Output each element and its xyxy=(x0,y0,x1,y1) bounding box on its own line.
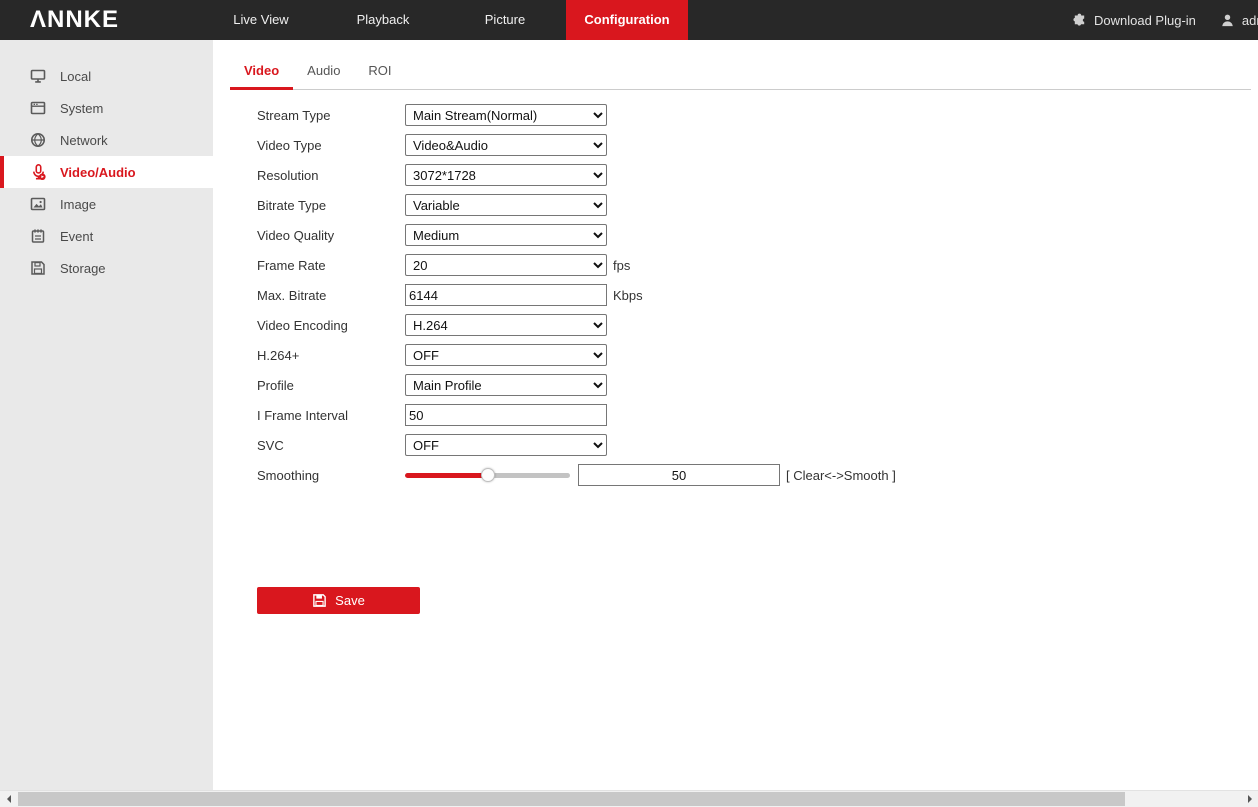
stream-type-select[interactable]: Main Stream(Normal) xyxy=(405,104,607,126)
download-plugin-label: Download Plug-in xyxy=(1094,13,1196,28)
form-row-h-264: H.264+OFF xyxy=(257,340,1258,370)
content-panel: VideoAudioROI Stream TypeMain Stream(Nor… xyxy=(213,40,1258,790)
field-label-profile: Profile xyxy=(257,378,405,393)
nav-item-playback[interactable]: Playback xyxy=(322,0,444,40)
smoothing-hint: [ Clear<->Smooth ] xyxy=(786,468,896,483)
sidebar-item-label: Image xyxy=(60,197,96,212)
profile-select[interactable]: Main Profile xyxy=(405,374,607,396)
sidebar-item-storage[interactable]: Storage xyxy=(0,252,213,284)
sidebar: Local System Network Video/Audio Image Event S… xyxy=(0,40,213,790)
sidebar-item-network[interactable]: Network xyxy=(0,124,213,156)
field-label-resolution: Resolution xyxy=(257,168,405,183)
field-label-stream-type: Stream Type xyxy=(257,108,405,123)
form-row-bitrate-type: Bitrate TypeVariable xyxy=(257,190,1258,220)
sidebar-item-event[interactable]: Event xyxy=(0,220,213,252)
slider-fill xyxy=(405,473,488,478)
sidebar-item-system[interactable]: System xyxy=(0,92,213,124)
field-label-frame-rate: Frame Rate xyxy=(257,258,405,273)
form-row-resolution: Resolution3072*1728 xyxy=(257,160,1258,190)
globe-icon xyxy=(30,132,47,149)
event-icon xyxy=(30,228,47,245)
form-row-max-bitrate: Max. Bitrate Kbps xyxy=(257,280,1258,310)
field-label-bitrate-type: Bitrate Type xyxy=(257,198,405,213)
main-nav: Live ViewPlaybackPictureConfiguration xyxy=(200,0,688,40)
frame-rate-select[interactable]: 20 xyxy=(405,254,607,276)
form-row-stream-type: Stream TypeMain Stream(Normal) xyxy=(257,100,1258,130)
slider-handle[interactable] xyxy=(481,468,495,482)
tab-roi[interactable]: ROI xyxy=(354,55,405,90)
video-type-select[interactable]: Video&Audio xyxy=(405,134,607,156)
field-label-h-264: H.264+ xyxy=(257,348,405,363)
frame-rate-unit: fps xyxy=(613,258,630,273)
form-row-video-type: Video TypeVideo&Audio xyxy=(257,130,1258,160)
form-row-video-encoding: Video EncodingH.264 xyxy=(257,310,1258,340)
form-row-smoothing: Smoothing [ Clear<->Smooth ] xyxy=(257,460,1258,490)
sidebar-item-video-audio[interactable]: Video/Audio xyxy=(0,156,213,188)
form-row-i-frame-interval: I Frame Interval xyxy=(257,400,1258,430)
field-label-video-quality: Video Quality xyxy=(257,228,405,243)
tab-video[interactable]: Video xyxy=(230,55,293,90)
scroll-left-button[interactable] xyxy=(0,791,17,807)
field-label-svc: SVC xyxy=(257,438,405,453)
field-label-max-bitrate: Max. Bitrate xyxy=(257,288,405,303)
save-icon xyxy=(312,593,327,608)
field-label-video-type: Video Type xyxy=(257,138,405,153)
i-frame-interval-input[interactable] xyxy=(405,404,607,426)
form-row-profile: ProfileMain Profile xyxy=(257,370,1258,400)
tab-audio[interactable]: Audio xyxy=(293,55,354,90)
user-label: admin xyxy=(1242,13,1258,28)
form-row-video-quality: Video QualityMedium xyxy=(257,220,1258,250)
monitor-icon xyxy=(30,68,47,85)
nav-item-configuration[interactable]: Configuration xyxy=(566,0,688,40)
sidebar-item-label: Event xyxy=(60,229,93,244)
h-264-select[interactable]: OFF xyxy=(405,344,607,366)
field-label-video-encoding: Video Encoding xyxy=(257,318,405,333)
video-encoding-select[interactable]: H.264 xyxy=(405,314,607,336)
top-navigation-bar: ΛNNKE Live ViewPlaybackPictureConfigurat… xyxy=(0,0,1258,40)
scroll-right-button[interactable] xyxy=(1241,791,1258,807)
video-settings-form: Stream TypeMain Stream(Normal)Video Type… xyxy=(213,100,1258,490)
sidebar-item-label: Network xyxy=(60,133,108,148)
max-bitrate-input[interactable] xyxy=(405,284,607,306)
sidebar-item-image[interactable]: Image xyxy=(0,188,213,220)
nav-item-live-view[interactable]: Live View xyxy=(200,0,322,40)
form-row-svc: SVCOFF xyxy=(257,430,1258,460)
resolution-select[interactable]: 3072*1728 xyxy=(405,164,607,186)
form-row-frame-rate: Frame Rate20 fps xyxy=(257,250,1258,280)
download-plugin-button[interactable]: Download Plug-in xyxy=(1072,13,1196,28)
sidebar-item-label: Storage xyxy=(60,261,106,276)
save-button-label: Save xyxy=(335,593,365,608)
scrollbar-thumb[interactable] xyxy=(18,792,1125,806)
horizontal-scrollbar[interactable] xyxy=(0,790,1258,807)
bitrate-type-select[interactable]: Variable xyxy=(405,194,607,216)
field-label-i-frame-interval: I Frame Interval xyxy=(257,408,405,423)
smoothing-slider[interactable] xyxy=(405,467,570,483)
storage-icon xyxy=(30,260,47,277)
microphone-icon xyxy=(30,164,47,181)
smoothing-value-input[interactable] xyxy=(578,464,780,486)
window-icon xyxy=(30,100,47,117)
field-label-smoothing: Smoothing xyxy=(257,468,405,483)
stream-tabs: VideoAudioROI xyxy=(230,55,1251,90)
svc-select[interactable]: OFF xyxy=(405,434,607,456)
save-button[interactable]: Save xyxy=(257,587,420,614)
user-icon xyxy=(1220,13,1235,28)
sidebar-item-label: Video/Audio xyxy=(60,165,136,180)
nav-item-picture[interactable]: Picture xyxy=(444,0,566,40)
user-menu[interactable]: admin xyxy=(1220,13,1258,28)
sidebar-item-local[interactable]: Local xyxy=(0,60,213,92)
image-icon xyxy=(30,196,47,213)
sidebar-item-label: System xyxy=(60,101,103,116)
sidebar-item-label: Local xyxy=(60,69,91,84)
puzzle-icon xyxy=(1072,13,1087,28)
max-bitrate-unit: Kbps xyxy=(613,288,643,303)
topbar-right: Download Plug-in admin xyxy=(1072,0,1258,40)
video-quality-select[interactable]: Medium xyxy=(405,224,607,246)
annke-logo: ΛNNKE xyxy=(30,0,119,40)
